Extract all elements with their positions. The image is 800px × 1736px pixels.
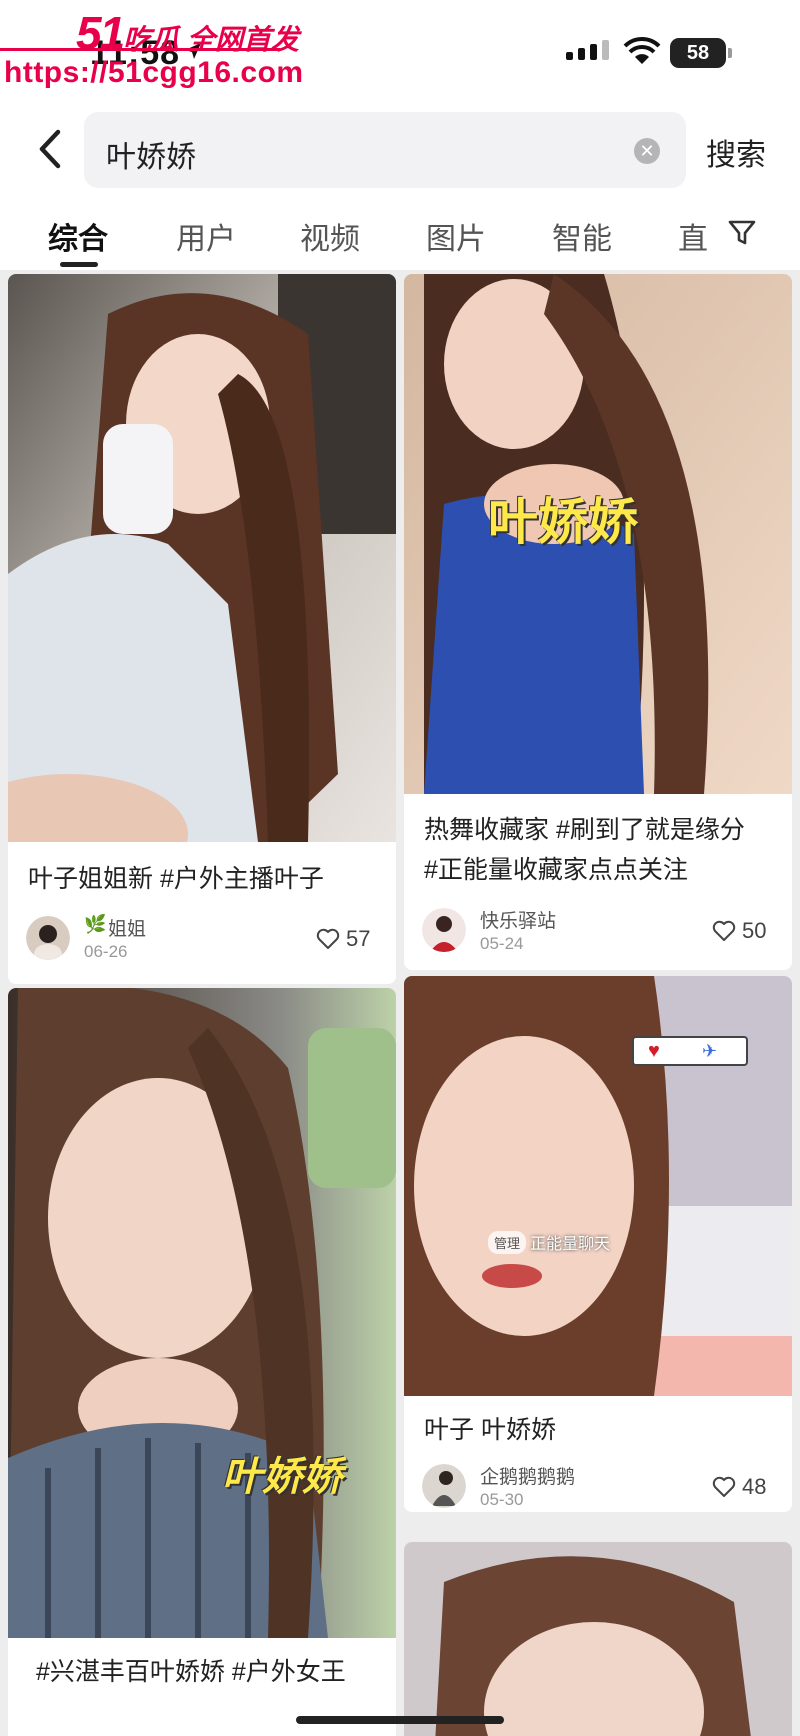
like-button[interactable]: 50 <box>712 918 766 944</box>
avatar[interactable] <box>422 908 466 952</box>
tab-comprehensive[interactable]: 综合 <box>48 214 108 258</box>
card-meta: 快乐驿站 05-24 50 <box>422 908 774 958</box>
tab-live[interactable]: 直 <box>678 214 708 258</box>
card-meta: 企鹅鹅鹅鹅 05-30 48 <box>422 1464 774 1512</box>
result-card[interactable]: 叶娇娇 #兴湛丰百叶娇娇 #户外女王 <box>8 988 396 1736</box>
like-button[interactable]: 48 <box>712 1474 766 1500</box>
avatar[interactable] <box>422 1464 466 1508</box>
live-room-label: 正能量聊天 <box>530 1236 611 1253</box>
like-button[interactable]: 57 <box>316 926 370 952</box>
card-image <box>8 274 396 842</box>
back-arrow-icon[interactable] <box>30 126 70 172</box>
result-card[interactable]: ♥ ✈ 管理 正能量聊天 叶子 叶娇娇 企鹅鹅鹅鹅 05-30 48 <box>404 976 792 1512</box>
result-tabs: 综合 用户 视频 图片 智能 直 <box>0 204 800 270</box>
card-image <box>8 988 396 1638</box>
results-feed: 叶子姐姐新 #户外主播叶子 🌿 姐姐 06-26 57 叶娇娇 热舞收藏家 #刷… <box>0 270 800 1736</box>
card-title: 叶子姐姐新 #户外主播叶子 <box>28 865 324 893</box>
heart-icon <box>712 1476 736 1497</box>
battery-icon: 58 <box>670 38 732 68</box>
result-card[interactable] <box>404 1542 792 1736</box>
sticker-frame: ♥ ✈ <box>632 1036 748 1066</box>
heart-sticker-icon: ♥ <box>648 1040 660 1062</box>
admin-badge: 管理 <box>488 1230 527 1254</box>
image-overlay-caption: 叶娇娇 <box>488 494 638 550</box>
home-indicator <box>296 1716 504 1724</box>
post-date: 05-30 <box>480 1490 524 1509</box>
watermark-brand-number: 51 <box>76 7 125 59</box>
result-card[interactable]: 叶娇娇 热舞收藏家 #刷到了就是缘分 #正能量收藏家点点关注 快乐驿站 05-2… <box>404 274 792 970</box>
clear-icon[interactable]: ✕ <box>634 138 660 164</box>
search-results-page: 11:58 58 51吃瓜 全网首发 https://51cgg16.com 叶… <box>0 0 800 1736</box>
leaf-icon: 🌿 <box>84 914 107 934</box>
search-input[interactable]: 叶娇娇 ✕ <box>84 112 686 188</box>
post-date: 06-26 <box>84 942 128 961</box>
tab-images[interactable]: 图片 <box>426 214 486 258</box>
post-date: 05-24 <box>480 934 524 953</box>
live-badge-row: 管理 正能量聊天 <box>488 1230 610 1254</box>
image-overlay-caption: 叶娇娇 <box>222 1455 342 1499</box>
avatar[interactable] <box>26 916 70 960</box>
tab-users[interactable]: 用户 <box>176 214 236 258</box>
heart-icon <box>316 928 340 949</box>
search-button[interactable]: 搜索 <box>706 130 766 174</box>
wifi-icon <box>623 36 661 64</box>
search-header: 叶娇娇 ✕ 搜索 综合 用户 视频 图片 智能 直 <box>0 100 800 270</box>
author-name[interactable]: 姐姐 <box>108 914 146 941</box>
watermark-brand: 51吃瓜 全网首发 <box>76 6 299 60</box>
active-tab-indicator <box>60 262 98 267</box>
like-count: 48 <box>742 1474 767 1499</box>
filter-icon[interactable] <box>726 216 758 248</box>
author-name[interactable]: 快乐驿站 <box>480 906 556 933</box>
card-title: 热舞收藏家 #刷到了就是缘分 <box>424 816 745 844</box>
result-card[interactable]: 叶子姐姐新 #户外主播叶子 🌿 姐姐 06-26 57 <box>8 274 396 984</box>
card-title: #兴湛丰百叶娇娇 #户外女王 <box>36 1658 346 1686</box>
like-count: 50 <box>742 918 767 943</box>
card-title-line-2: #正能量收藏家点点关注 <box>424 856 688 884</box>
plane-sticker-icon: ✈ <box>702 1041 718 1061</box>
heart-icon <box>712 920 736 941</box>
card-meta: 🌿 姐姐 06-26 57 <box>26 914 378 966</box>
watermark-url: https://51cgg16.com <box>4 56 304 89</box>
cell-signal-icon <box>566 40 609 60</box>
watermark-brand-text: 吃瓜 全网首发 <box>123 24 299 55</box>
search-query[interactable]: 叶娇娇 <box>106 132 196 176</box>
like-count: 57 <box>346 926 371 951</box>
card-title: 叶子 叶娇娇 <box>424 1416 556 1444</box>
tab-smart[interactable]: 智能 <box>552 214 612 258</box>
author-name[interactable]: 企鹅鹅鹅鹅 <box>480 1462 575 1489</box>
card-image <box>404 1542 792 1736</box>
tab-videos[interactable]: 视频 <box>300 214 360 258</box>
